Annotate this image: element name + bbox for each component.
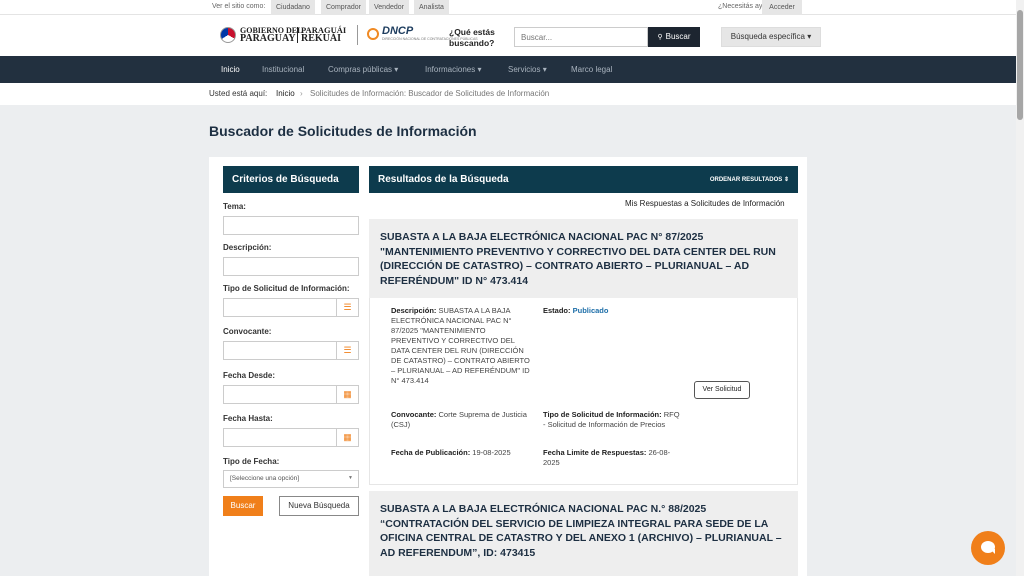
fecha-desde-label: Fecha Desde: xyxy=(223,371,276,380)
search-button[interactable]: ⚲ Buscar xyxy=(648,27,700,47)
publicacion-label: Fecha de Publicación: xyxy=(391,448,471,457)
descripcion-input[interactable] xyxy=(223,257,359,276)
gov-logo-line4: REKUÁI xyxy=(301,33,342,44)
logo-divider xyxy=(357,25,358,45)
tema-label: Tema: xyxy=(223,202,246,211)
calendar-icon[interactable]: ▦ xyxy=(337,428,359,447)
list-icon[interactable]: ☰ xyxy=(337,341,359,360)
order-results-button[interactable]: ORDENAR RESULTADOS ⇕ xyxy=(710,176,789,183)
nav-marco-legal[interactable]: Marco legal xyxy=(571,56,612,83)
dncp-logo[interactable]: DNCP DIRECCIÓN NACIONAL DE CONTRATACIONE… xyxy=(367,25,478,47)
limite-label: Fecha Limite de Respuestas: xyxy=(543,448,647,457)
search-input[interactable] xyxy=(514,27,648,47)
list-icon[interactable]: ☰ xyxy=(337,298,359,317)
calendar-icon[interactable]: ▦ xyxy=(337,385,359,404)
breadcrumb-current: Solicitudes de Información: Buscador de … xyxy=(310,89,550,98)
publicacion-value: 19-08-2025 xyxy=(472,448,511,457)
estado-value: Publicado xyxy=(572,306,609,315)
top-bar: Ver el sitio como: Ciudadano Comprador V… xyxy=(0,0,1016,15)
search-button-label: Buscar xyxy=(665,32,691,41)
page-title: Buscador de Solicitudes de Información xyxy=(209,123,477,139)
tipo-fecha-select[interactable]: [Seleccione una opción] ▼ xyxy=(223,470,359,488)
sort-icon: ⇕ xyxy=(783,177,789,183)
criteria-heading: Criterios de Búsqueda xyxy=(223,166,359,193)
gov-logo-divider xyxy=(297,27,298,43)
tipo-label: Tipo de Solicitud de Información: xyxy=(543,410,662,419)
fecha-desde-input[interactable] xyxy=(223,385,337,404)
view-as-label: Ver el sitio como: xyxy=(212,3,266,10)
descripcion-label: Descripción: xyxy=(223,243,272,252)
chevron-down-icon: ▾ xyxy=(394,65,399,74)
paraguay-seal-icon xyxy=(220,27,236,43)
nav-informaciones[interactable]: Informaciones ▾ xyxy=(425,56,482,83)
nav-compras-label: Compras públicas xyxy=(328,65,393,74)
result-publicacion: Fecha de Publicación: 19-08-2025 xyxy=(391,448,533,458)
tipo-fecha-value: [Seleccione una opción] xyxy=(230,475,300,482)
tipo-fecha-label: Tipo de Fecha: xyxy=(223,457,280,466)
role-vendedor[interactable]: Vendedor xyxy=(369,0,409,15)
tipo-solicitud-input[interactable] xyxy=(223,298,337,317)
login-button[interactable]: Acceder xyxy=(762,0,802,15)
description-label: Descripción: xyxy=(391,306,437,315)
role-comprador[interactable]: Comprador xyxy=(321,0,367,15)
result-convocante: Convocante: Corte Suprema de Justicia (C… xyxy=(391,410,531,430)
scrollbar-thumb[interactable] xyxy=(1017,10,1023,120)
chevron-down-icon: ▼ xyxy=(348,475,353,481)
result-description: Descripción: SUBASTA A LA BAJA ELECTRÓNI… xyxy=(391,306,533,386)
nav-institucional[interactable]: Institucional xyxy=(262,56,304,83)
search-question: ¿Qué estás buscando? xyxy=(449,27,495,48)
tipo-solicitud-label: Tipo de Solicitud de Información: xyxy=(223,284,350,293)
results-heading: Resultados de la Búsqueda ORDENAR RESULT… xyxy=(369,166,798,193)
nav-compras-publicas[interactable]: Compras públicas ▾ xyxy=(328,56,398,83)
role-ciudadano[interactable]: Ciudadano xyxy=(271,0,315,15)
ver-solicitud-button[interactable]: Ver Solicitud xyxy=(694,381,750,399)
caret-down-icon: ▾ xyxy=(807,32,812,41)
estado-label: Estado: xyxy=(543,306,571,315)
breadcrumb-prefix: Usted está aquí: xyxy=(209,89,268,98)
nav-servicios[interactable]: Servicios ▾ xyxy=(508,56,547,83)
dncp-mark-icon xyxy=(367,28,379,40)
buscar-button[interactable]: Buscar xyxy=(223,496,263,516)
breadcrumb-separator: › xyxy=(300,89,303,98)
chat-button[interactable] xyxy=(971,531,1005,565)
result-tipo: Tipo de Solicitud de Información: RFQ - … xyxy=(543,410,683,430)
nav-servicios-label: Servicios xyxy=(508,65,541,74)
breadcrumb-home[interactable]: Inicio xyxy=(276,89,295,98)
specific-search-label: Búsqueda específica xyxy=(730,32,806,41)
specific-search-button[interactable]: Búsqueda específica ▾ xyxy=(721,27,821,47)
tema-input[interactable] xyxy=(223,216,359,235)
breadcrumb: Usted está aquí: Inicio › Solicitudes de… xyxy=(0,83,1016,105)
results-heading-title: Resultados de la Búsqueda xyxy=(378,174,509,185)
convocante-label: Convocante: xyxy=(223,327,272,336)
convocante-input[interactable] xyxy=(223,341,337,360)
main-nav: Inicio Institucional Compras públicas ▾ … xyxy=(0,56,1016,83)
role-analista[interactable]: Analista xyxy=(414,0,449,15)
order-results-label: ORDENAR RESULTADOS xyxy=(709,177,783,183)
result-estado: Estado: Publicado xyxy=(543,306,608,316)
result-title[interactable]: SUBASTA A LA BAJA ELECTRÓNICA NACIONAL P… xyxy=(369,491,798,576)
my-responses-link[interactable]: Mis Respuestas a Solicitudes de Informac… xyxy=(625,199,785,208)
chat-bubble-tail xyxy=(990,549,995,554)
fecha-hasta-label: Fecha Hasta: xyxy=(223,414,273,423)
result-limite: Fecha Limite de Respuestas: 26-08-2025 xyxy=(543,448,683,468)
government-logo[interactable]: GOBIERNO DEL PARAGUAY PARAGUÁI REKUÁI xyxy=(220,25,350,47)
fecha-hasta-input[interactable] xyxy=(223,428,337,447)
dncp-logo-text: DNCP xyxy=(382,25,414,37)
description-value: SUBASTA A LA BAJA ELECTRÓNICA NACIONAL P… xyxy=(391,306,530,385)
convocante-label-2: Convocante: xyxy=(391,410,437,419)
site-header: GOBIERNO DEL PARAGUAY PARAGUÁI REKUÁI DN… xyxy=(0,15,1016,56)
chevron-down-icon: ▾ xyxy=(477,65,482,74)
gov-logo-line2: PARAGUAY xyxy=(240,33,296,44)
nav-informaciones-label: Informaciones xyxy=(425,65,476,74)
search-icon: ⚲ xyxy=(657,34,663,41)
nueva-busqueda-button[interactable]: Nueva Búsqueda xyxy=(279,496,359,516)
nav-inicio[interactable]: Inicio xyxy=(221,56,240,83)
result-title[interactable]: SUBASTA A LA BAJA ELECTRÓNICA NACIONAL P… xyxy=(369,219,798,298)
chevron-down-icon: ▾ xyxy=(542,65,547,74)
